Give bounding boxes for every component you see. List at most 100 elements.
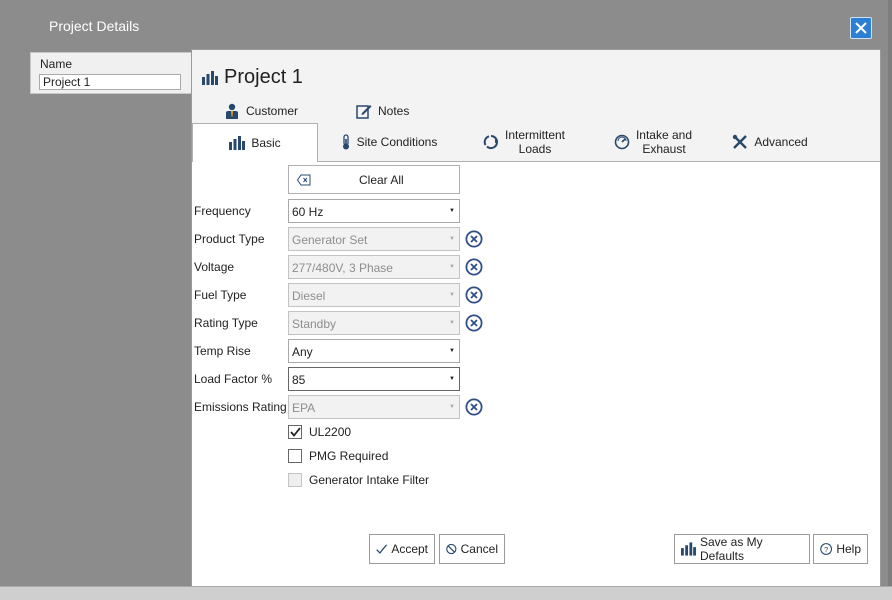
ul2200-checkbox-row[interactable]: UL2200 (288, 423, 351, 441)
clear-field-icon (297, 174, 311, 185)
generator-intake-filter-label: Generator Intake Filter (309, 473, 430, 487)
pmg-required-checkbox-row[interactable]: PMG Required (288, 447, 388, 465)
svg-text:?: ? (824, 545, 828, 554)
product-type-row: Product Type Generator Set ▼ (192, 227, 880, 251)
fuel-type-value: Diesel (292, 289, 326, 303)
frequency-label: Frequency (194, 204, 251, 218)
checkmark-icon (289, 427, 301, 437)
voltage-value: 277/480V, 3 Phase (292, 261, 393, 275)
rating-type-value: Standby (292, 317, 337, 331)
gauge-icon (614, 134, 630, 150)
clear-rating-type-icon[interactable] (465, 314, 483, 332)
help-icon: ? (820, 543, 833, 555)
fuel-type-label: Fuel Type (194, 288, 247, 302)
emissions-rating-select[interactable]: EPA ▼ (288, 395, 460, 419)
cancel-button[interactable]: Cancel (439, 534, 505, 564)
load-factor-label: Load Factor % (194, 372, 273, 386)
generator-intake-filter-checkbox[interactable] (288, 473, 302, 487)
dropdown-arrow-icon: ▼ (449, 292, 455, 298)
generator-intake-filter-checkbox-row[interactable]: Generator Intake Filter (288, 471, 429, 489)
frequency-select[interactable]: 60 Hz ▼ (288, 199, 460, 223)
dropdown-arrow-icon: ▼ (449, 348, 455, 354)
bar-chart-icon (681, 542, 696, 556)
tab-advanced-label: Advanced (754, 135, 808, 149)
tab-intermittent-line1: Intermittent (504, 128, 566, 142)
name-panel: Name Project 1 (30, 52, 194, 94)
clear-all-label: Clear All (359, 172, 404, 187)
load-factor-value: 85 (292, 373, 306, 387)
pmg-required-label: PMG Required (309, 449, 389, 463)
tab-notes[interactable]: Notes (342, 99, 542, 122)
emissions-rating-value: EPA (292, 401, 316, 415)
dropdown-arrow-icon: ▼ (449, 264, 455, 270)
voltage-label: Voltage (194, 260, 235, 274)
tab-site-conditions-label: Site Conditions (356, 135, 438, 149)
voltage-select[interactable]: 277/480V, 3 Phase ▼ (288, 255, 460, 279)
tab-customer[interactable]: Customer (192, 99, 342, 122)
product-type-value: Generator Set (292, 233, 368, 247)
fuel-type-row: Fuel Type Diesel ▼ (192, 283, 880, 307)
tab-customer-label: Customer (246, 103, 299, 118)
project-details-window: Project Details Name Project 1 Project 1 (0, 0, 888, 598)
tab-intake-line1: Intake and (635, 128, 693, 142)
accept-button[interactable]: Accept (369, 534, 435, 564)
emissions-rating-row: Emissions Rating EPA ▼ (192, 395, 880, 419)
tools-icon (733, 134, 748, 149)
tab-intake-exhaust[interactable]: Intake and Exhaust (588, 123, 718, 161)
name-input[interactable]: Project 1 (39, 74, 181, 90)
window-title: Project Details (49, 18, 140, 34)
tab-basic[interactable]: Basic (192, 123, 318, 162)
close-button[interactable] (850, 17, 872, 39)
emissions-rating-label: Emissions Rating (194, 400, 287, 414)
customer-icon (226, 103, 238, 119)
dialog-title: Project 1 (224, 66, 303, 88)
tab-intake-exhaust-label: Intake and Exhaust (636, 128, 692, 156)
name-label: Name (40, 57, 73, 71)
background-status-row (0, 586, 892, 600)
pmg-required-checkbox[interactable] (288, 449, 302, 463)
tab-intermittent-line2: Loads (518, 142, 552, 156)
clear-all-button[interactable]: Clear All (288, 165, 460, 194)
temp-rise-label: Temp Rise (194, 344, 251, 358)
dialog-header: Project 1 (202, 66, 303, 89)
rating-type-row: Rating Type Standby ▼ (192, 311, 880, 335)
frequency-value: 60 Hz (292, 205, 324, 219)
tab-intermittent-loads[interactable]: Intermittent Loads (460, 123, 588, 161)
clear-voltage-icon[interactable] (465, 258, 483, 276)
rating-type-select[interactable]: Standby ▼ (288, 311, 460, 335)
dropdown-arrow-icon: ▼ (449, 236, 455, 242)
temp-rise-row: Temp Rise Any ▼ (192, 339, 880, 363)
checkmark-icon (376, 544, 388, 554)
voltage-row: Voltage 277/480V, 3 Phase ▼ (192, 255, 880, 279)
notes-icon (356, 104, 372, 119)
tab-advanced[interactable]: Advanced (718, 123, 822, 161)
help-button[interactable]: ? Help (813, 534, 868, 564)
accept-label: Accept (391, 542, 428, 556)
ul2200-checkbox[interactable] (288, 425, 302, 439)
fuel-type-select[interactable]: Diesel ▼ (288, 283, 460, 307)
clear-emissions-rating-icon[interactable] (465, 398, 483, 416)
save-as-my-defaults-button[interactable]: Save as My Defaults (674, 534, 810, 564)
main-tabs: Basic Site Conditions Intermittent Loads… (192, 123, 880, 162)
top-tabs: Customer Notes (192, 99, 880, 122)
thermometer-icon (342, 134, 349, 150)
ul2200-label: UL2200 (309, 425, 352, 439)
dropdown-arrow-icon: ▼ (449, 376, 455, 382)
tab-basic-label: Basic (251, 136, 281, 150)
tab-site-conditions[interactable]: Site Conditions (318, 123, 460, 161)
load-factor-row: Load Factor % 85 ▼ (192, 367, 880, 391)
dropdown-arrow-icon: ▼ (449, 404, 455, 410)
bar-chart-icon (202, 70, 218, 85)
temp-rise-value: Any (292, 345, 313, 359)
tab-intermittent-loads-label: Intermittent Loads (505, 128, 565, 156)
save-as-my-defaults-label: Save as My Defaults (699, 535, 763, 563)
bar-chart-icon (229, 136, 246, 150)
product-type-select[interactable]: Generator Set ▼ (288, 227, 460, 251)
clear-fuel-type-icon[interactable] (465, 286, 483, 304)
clear-product-type-icon[interactable] (465, 230, 483, 248)
load-factor-select[interactable]: 85 ▼ (288, 367, 460, 391)
product-type-label: Product Type (194, 232, 265, 246)
help-label: Help (836, 542, 861, 556)
tab-intake-line2: Exhaust (642, 142, 686, 156)
temp-rise-select[interactable]: Any ▼ (288, 339, 460, 363)
